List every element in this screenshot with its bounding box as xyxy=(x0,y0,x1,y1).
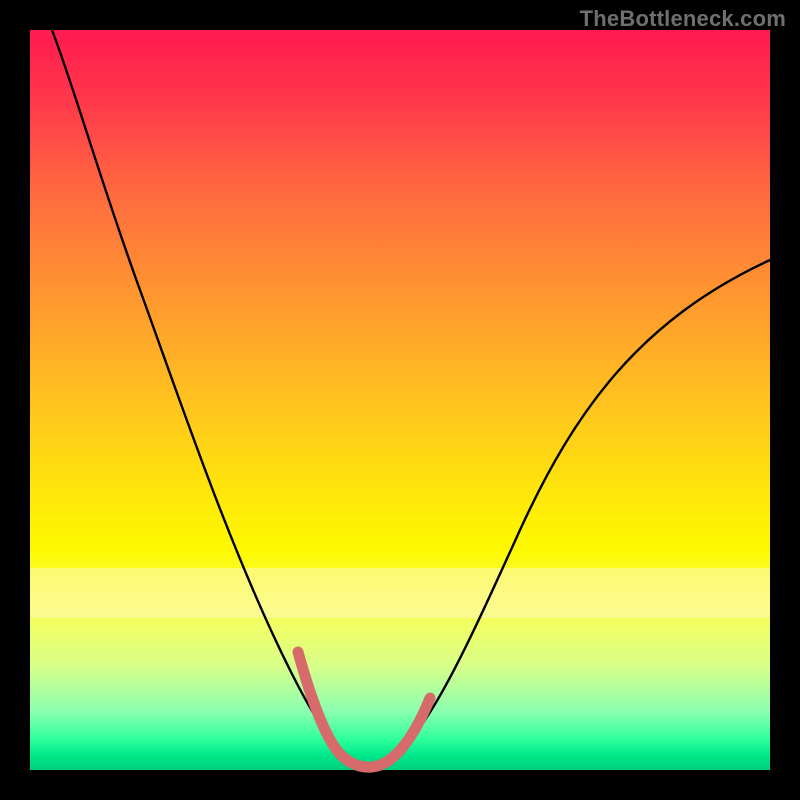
plot-svg xyxy=(30,30,770,770)
bottleneck-curve xyxy=(52,30,770,765)
highlight-segment xyxy=(298,652,430,767)
watermark-text: TheBottleneck.com xyxy=(580,6,786,32)
